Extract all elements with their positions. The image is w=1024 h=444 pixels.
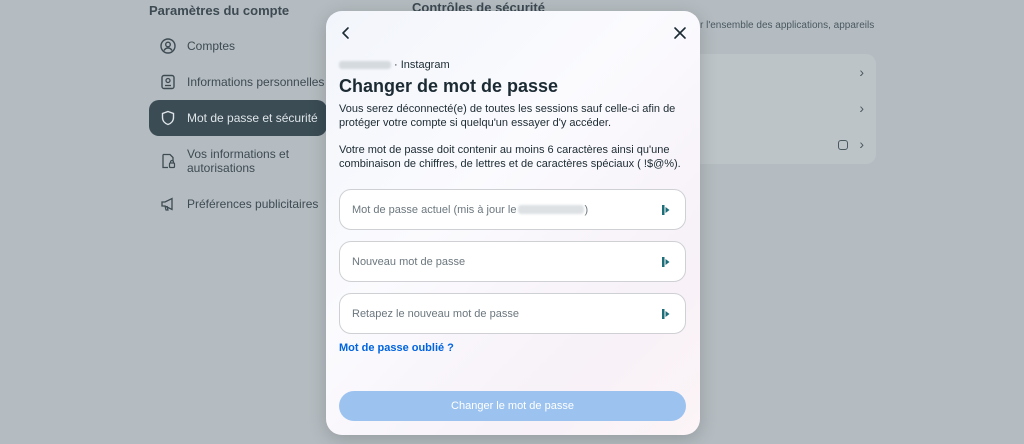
current-password-label-end: ) [584,203,589,216]
megaphone-icon [159,195,177,213]
nav-label: Comptes [187,39,236,53]
current-password-placeholder: Mot de passe actuel (mis à jour le ) [352,204,588,216]
security-controls-subtitle: r l'ensemble des applications, appareils [700,20,875,31]
nav-item-ad-preferences[interactable]: Préférences publicitaires [149,186,327,222]
redacted-username [339,61,391,69]
account-platform: · Instagram [394,59,450,71]
nav-item-personal-info[interactable]: Informations personnelles [149,64,327,100]
document-lock-icon [159,152,177,170]
retype-password-field[interactable] [339,293,686,334]
new-password-field[interactable] [339,241,686,282]
nav-label: Mot de passe et sécurité [187,111,318,125]
close-icon [674,27,686,39]
password-requirements: Votre mot de passe doit contenir au moin… [339,144,681,170]
logout-notice: Vous serez déconnecté(e) de toutes les s… [339,103,676,129]
nav-label: Préférences publicitaires [187,197,319,211]
password-manager-icon[interactable] [659,255,673,269]
retype-password-input[interactable] [352,307,642,320]
instagram-icon [838,140,848,150]
settings-nav: Comptes Informations personnelles Mot de… [149,28,327,222]
shield-icon [159,109,177,127]
change-password-button[interactable]: Changer le mot de passe [339,391,686,421]
account-settings-title: Paramètres du compte [149,3,290,18]
redacted-date [518,205,585,214]
nav-item-info-permissions[interactable]: Vos informations et autorisations [149,136,327,186]
forgot-password-link[interactable]: Mot de passe oublié ? [339,342,454,354]
change-password-dialog: · Instagram Changer de mot de passe Vous… [326,11,700,435]
chevron-right-icon: › [859,64,864,80]
id-card-icon [159,73,177,91]
account-identifier: · Instagram [339,59,450,71]
chevron-right-icon: › [859,136,864,152]
close-button[interactable] [668,21,692,45]
current-password-field[interactable]: Mot de passe actuel (mis à jour le ) [339,189,686,230]
nav-item-password-security[interactable]: Mot de passe et sécurité [149,100,327,136]
nav-label: Vos informations et autorisations [187,147,290,175]
nav-label: Informations personnelles [187,75,325,89]
chevron-left-icon [342,27,349,39]
user-circle-icon [159,37,177,55]
current-password-label: Mot de passe actuel (mis à jour le [352,203,517,216]
password-manager-icon[interactable] [659,307,673,321]
new-password-input[interactable] [352,255,642,268]
back-button[interactable] [334,21,358,45]
password-manager-icon[interactable] [659,203,673,217]
nav-item-accounts[interactable]: Comptes [149,28,327,64]
chevron-right-icon: › [859,100,864,116]
dialog-title: Changer de mot de passe [339,76,559,96]
